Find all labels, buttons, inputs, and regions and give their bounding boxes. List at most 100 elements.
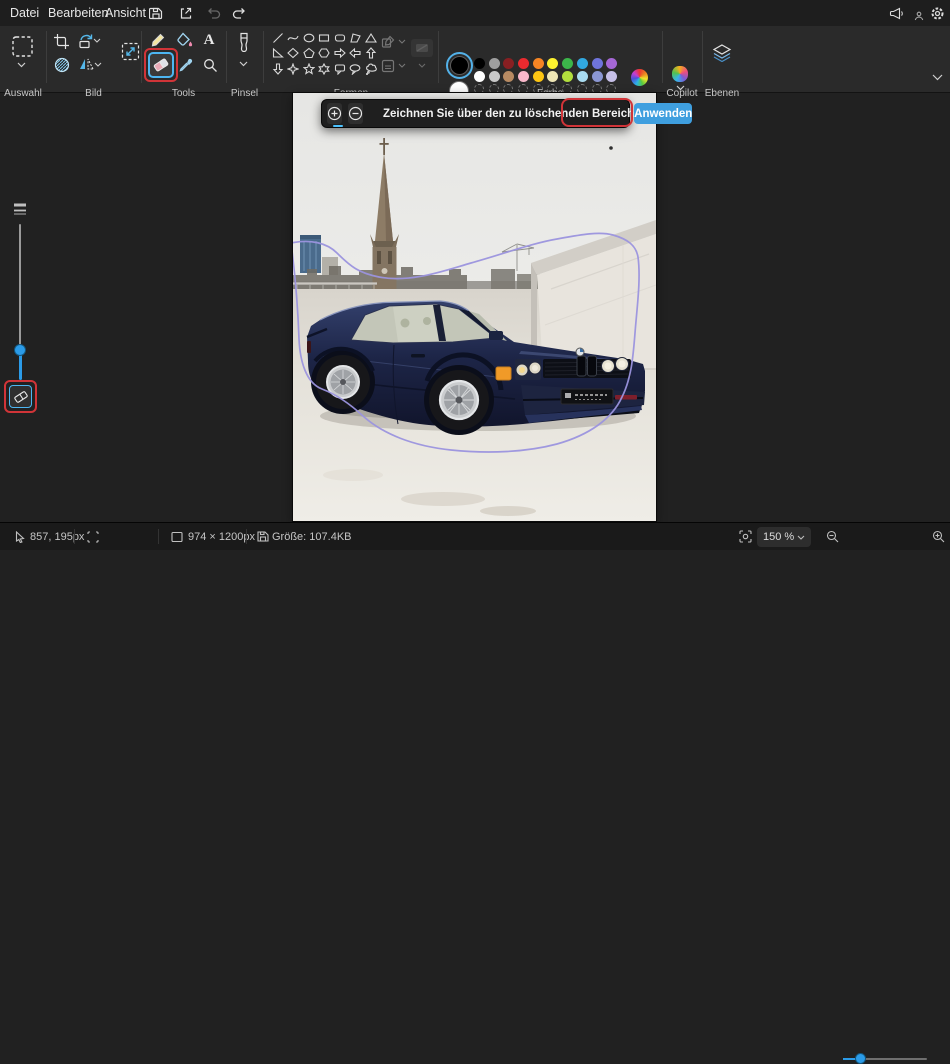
zoom-level-select[interactable]: 150 %: [757, 527, 811, 547]
remove-background-icon[interactable]: [52, 55, 72, 75]
menu-ansicht[interactable]: Ansicht: [105, 6, 146, 20]
group-label-pinsel: Pinsel: [230, 88, 259, 99]
shape-fill-icon[interactable]: [380, 58, 396, 74]
selection-size-icon: [87, 531, 99, 543]
chevron-down-icon[interactable]: [93, 38, 101, 43]
palette-swatch[interactable]: [606, 71, 618, 82]
palette-swatch[interactable]: [576, 58, 588, 69]
sidebar-eraser-button[interactable]: [9, 385, 32, 408]
anwenden-button[interactable]: Anwenden: [634, 103, 693, 124]
shape-diamond-icon[interactable]: [286, 46, 301, 61]
palette-swatch[interactable]: [547, 71, 559, 82]
shape-outline-icon[interactable]: [380, 34, 396, 50]
fit-screen-icon[interactable]: [739, 530, 752, 543]
palette-swatch[interactable]: [591, 71, 603, 82]
palette-swatch[interactable]: [591, 58, 603, 69]
rect-select-icon[interactable]: [9, 33, 36, 60]
edit-colors-wheel-icon[interactable]: [631, 69, 648, 86]
palette-swatch[interactable]: [576, 71, 588, 82]
shape-triangle-icon[interactable]: [363, 30, 378, 45]
palette-swatch[interactable]: [547, 58, 559, 69]
menu-datei[interactable]: Datei: [10, 6, 39, 20]
redo-icon[interactable]: [231, 5, 247, 21]
palette-swatch[interactable]: [562, 71, 574, 82]
shape-star-six-icon[interactable]: [317, 61, 332, 76]
eyedropper-icon[interactable]: [177, 56, 195, 74]
size-slider-thumb[interactable]: [14, 344, 26, 356]
shape-arrow-right-icon[interactable]: [332, 46, 347, 61]
undo-icon[interactable]: [205, 5, 221, 21]
save-icon[interactable]: [148, 5, 164, 21]
chevron-down-icon[interactable]: [94, 62, 102, 67]
chevron-down-icon[interactable]: [17, 62, 26, 68]
palette-swatch[interactable]: [488, 71, 500, 82]
settings-gear-icon[interactable]: [929, 5, 945, 21]
palette-swatch[interactable]: [474, 58, 485, 69]
chevron-down-icon[interactable]: [398, 39, 406, 44]
text-icon[interactable]: A: [200, 30, 218, 50]
shape-rectangle-icon[interactable]: [317, 30, 332, 45]
shape-arrow-left-icon[interactable]: [348, 46, 363, 61]
zoom-out-icon[interactable]: [826, 530, 839, 543]
minus-circle-icon: [348, 106, 363, 121]
zoom-level-value: 150 %: [763, 531, 795, 543]
palette-swatch[interactable]: [606, 58, 618, 69]
generative-erase-toolbar: Zeichnen Sie über den zu löschenden Bere…: [321, 99, 693, 128]
shape-hexagon-icon[interactable]: [317, 46, 332, 61]
feedback-megaphone-icon[interactable]: [888, 5, 904, 21]
palette-swatch[interactable]: [532, 58, 544, 69]
shape-arrow-up-icon[interactable]: [363, 46, 378, 61]
shape-pentagon-icon[interactable]: [301, 46, 316, 61]
palette-swatch[interactable]: [503, 58, 515, 69]
crop-icon[interactable]: [51, 31, 71, 51]
palette-row-1: [474, 58, 618, 69]
chevron-down-icon[interactable]: [418, 63, 426, 68]
zoom-in-icon[interactable]: [932, 530, 945, 543]
cursor-position-value: 857, 195px: [30, 531, 85, 543]
palette-swatch[interactable]: [532, 71, 544, 82]
remove-from-selection-button[interactable]: [348, 103, 363, 124]
palette-swatch[interactable]: [488, 58, 500, 69]
share-icon[interactable]: [178, 5, 194, 21]
shape-callout-cloud-icon[interactable]: [363, 61, 378, 76]
ribbon-collapse-chevron[interactable]: [932, 74, 943, 81]
chevron-down-icon[interactable]: [239, 61, 248, 67]
palette-swatch[interactable]: [474, 71, 485, 82]
shape-quadrilateral-icon[interactable]: [348, 30, 363, 45]
fill-bucket-icon[interactable]: [174, 30, 194, 50]
shape-lightning-icon[interactable]: [286, 77, 301, 79]
account-person-icon[interactable]: [911, 8, 927, 24]
shape-callout-rounded-icon[interactable]: [332, 61, 347, 76]
menu-bearbeiten[interactable]: Bearbeiten: [48, 6, 108, 20]
chevron-down-icon[interactable]: [398, 63, 406, 68]
layers-icon[interactable]: [711, 42, 733, 64]
add-to-selection-button[interactable]: [327, 103, 343, 127]
shape-line-icon[interactable]: [270, 30, 285, 45]
palette-swatch[interactable]: [518, 58, 530, 69]
eraser-tool-button[interactable]: [148, 52, 174, 78]
flip-icon[interactable]: [77, 55, 95, 73]
shape-curve-icon[interactable]: [286, 30, 301, 45]
color1-swatch[interactable]: [446, 52, 473, 79]
shape-star-five-icon[interactable]: [301, 61, 316, 76]
shape-callout-oval-icon[interactable]: [348, 61, 363, 76]
chevron-down-icon: [797, 535, 805, 540]
shape-arrow-down-icon[interactable]: [270, 61, 285, 76]
copilot-icon[interactable]: [672, 66, 688, 82]
resize-icon[interactable]: [118, 39, 142, 63]
size-slider-track[interactable]: [19, 224, 21, 346]
brush-icon[interactable]: [233, 30, 255, 54]
shape-right-triangle-icon[interactable]: [270, 46, 285, 61]
palette-swatch[interactable]: [518, 71, 530, 82]
shape-oval-icon[interactable]: [301, 30, 316, 45]
canvas-image[interactable]: [293, 93, 656, 521]
pencil-icon[interactable]: [148, 30, 168, 50]
magnifier-icon[interactable]: [201, 56, 219, 74]
palette-swatch[interactable]: [503, 71, 515, 82]
palette-swatch[interactable]: [562, 58, 574, 69]
shape-heart-icon[interactable]: [270, 77, 285, 79]
shape-rounded-rectangle-icon[interactable]: [332, 30, 347, 45]
zoom-slider-thumb[interactable]: [855, 1053, 866, 1064]
shape-style-preview: [411, 39, 433, 57]
shape-star-four-icon[interactable]: [286, 61, 301, 76]
